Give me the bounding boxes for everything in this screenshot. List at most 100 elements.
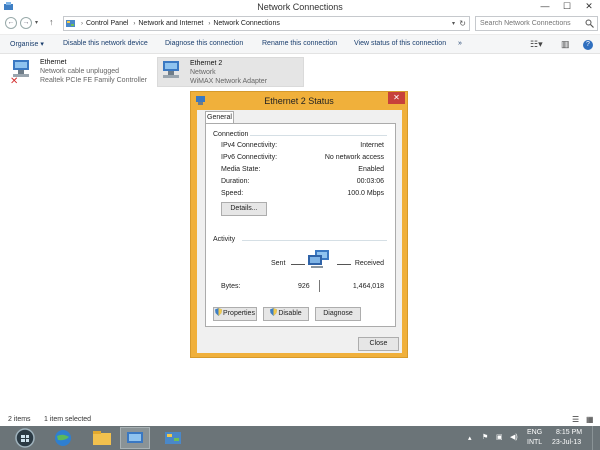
taskbar: ▴ ⚑ ▣ ◀) ENG INTL 8:15 PM 23-Jul-13 [0,426,600,450]
item-count: 2 items [8,416,31,423]
command-bar: Organise ▾ Disable this network device D… [0,34,600,54]
breadcrumb-network-internet[interactable]: Network and Internet [138,20,203,27]
speed-label: Speed: [221,190,244,197]
connection-name: Ethernet [40,59,67,66]
dialog-close-icon[interactable]: ✕ [388,92,405,104]
dialog-close-button[interactable]: Close [358,337,399,351]
change-view-icon[interactable]: ☷▾ [530,39,543,50]
network-activity-icon [308,250,329,268]
network-connections-icon [127,432,143,443]
tab-general[interactable]: General [205,111,234,123]
disable-button[interactable]: Disable [263,307,309,321]
speed-value: 100.0 Mbps [347,190,384,197]
status-bar: 2 items 1 item selected ☰ ▦ [0,413,600,426]
control-panel-icon [66,20,75,27]
network-tray-icon[interactable]: ▣ [496,433,503,441]
details-button[interactable]: Details... [221,202,267,216]
large-icons-view-icon[interactable]: ▦ [586,415,594,424]
connection-item-ethernet-2[interactable]: Ethernet 2 Network WiMAX Network Adapter [157,57,304,87]
network-adapter-disconnected-icon: ✕ [10,60,29,84]
ipv4-value: Internet [360,142,384,149]
clock-time[interactable]: 8:15 PM [556,429,582,436]
bytes-label: Bytes: [221,283,241,290]
forward-button[interactable]: → [20,17,32,29]
connection-section-header: Connection [213,131,249,138]
divider [250,135,387,136]
media-state-value: Enabled [358,166,384,173]
keyboard-layout[interactable]: INTL [527,439,542,446]
properties-button[interactable]: Properties [213,307,257,321]
start-orb-icon [15,428,35,448]
connection-adapter: WiMAX Network Adapter [190,78,268,85]
close-window-button[interactable]: ✕ [578,0,600,14]
taskbar-control-panel[interactable] [158,427,188,449]
network-adapter-icon [163,61,179,78]
duration-value: 00:03:06 [356,178,384,185]
divider [242,240,387,241]
diagnose-button[interactable]: Diagnose [315,307,361,321]
more-commands-button[interactable]: » [458,40,462,47]
sent-label: Sent [271,260,286,267]
connection-name: Ethernet 2 [190,60,223,67]
svg-text:✕: ✕ [10,76,18,84]
recent-pages-icon[interactable]: ▾ [35,19,38,26]
ipv4-label: IPv4 Connectivity: [221,142,278,149]
bytes-divider [319,280,320,292]
connection-status: Network [190,69,216,76]
search-icon[interactable] [585,19,594,28]
search-input[interactable] [476,17,584,30]
globe-icon [55,430,71,446]
diagnose-connection-button[interactable]: Diagnose this connection [165,40,243,47]
help-icon[interactable]: ? [583,40,593,50]
sent-dash [291,264,305,265]
uac-shield-icon [270,308,278,316]
view-status-button[interactable]: View status of this connection [354,40,446,47]
breadcrumb-separator-icon: › [208,21,211,27]
volume-icon[interactable]: ◀) [510,433,518,441]
properties-button-label: Properties [223,310,255,317]
dialog-title: Ethernet 2 Status [264,96,334,106]
taskbar-network-connections[interactable] [120,427,150,449]
disable-button-label: Disable [278,310,302,317]
rename-connection-button[interactable]: Rename this connection [262,40,337,47]
taskbar-file-explorer[interactable] [87,427,117,449]
disable-device-button[interactable]: Disable this network device [63,40,148,47]
selected-count: 1 item selected [44,416,92,423]
duration-label: Duration: [221,178,250,185]
up-button[interactable]: ↑ [49,17,54,27]
media-state-label: Media State: [221,166,261,173]
minimize-button[interactable]: — [534,0,556,14]
ipv6-label: IPv6 Connectivity: [221,154,278,161]
show-desktop-button[interactable] [592,426,600,450]
control-panel-icon [165,432,181,444]
address-dropdown-icon[interactable]: ▾ [452,20,455,27]
refresh-icon[interactable]: ↻ [459,19,466,28]
dialog-client: General Connection IPv4 Connectivity: In… [197,110,402,353]
window-title: Network Connections [257,2,343,12]
maximize-button[interactable]: ☐ [556,0,578,14]
received-dash [337,264,351,265]
start-button[interactable] [10,427,40,449]
ethernet-status-dialog: Ethernet 2 Status ✕ General Connection I… [190,91,408,358]
connection-item-ethernet[interactable]: ✕ Ethernet Network cable unplugged Realt… [8,57,158,87]
breadcrumb-separator-icon: › [81,21,83,27]
back-button[interactable]: ← [5,17,17,29]
connection-adapter: Realtek PCIe FE Family Controller [40,77,147,84]
details-view-icon[interactable]: ☰ [572,415,579,424]
general-panel: Connection IPv4 Connectivity: Internet I… [205,123,396,327]
search-box[interactable] [475,16,598,31]
taskbar-browser[interactable] [48,427,78,449]
action-center-icon[interactable]: ⚑ [482,433,488,441]
organise-button[interactable]: Organise ▾ [10,40,44,48]
show-hidden-icons[interactable]: ▴ [468,434,472,442]
input-language[interactable]: ENG [527,429,542,436]
activity-section-header: Activity [213,236,236,243]
ipv6-value: No network access [324,154,384,161]
breadcrumb-control-panel[interactable]: Control Panel [86,20,128,27]
preview-pane-icon[interactable]: ▥ [561,39,570,50]
address-row: ← → ▾ ↑ › Control Panel › Network and Inte… [0,15,600,33]
breadcrumb-network-connections[interactable]: Network Connections [213,20,280,27]
clock-date[interactable]: 23-Jul-13 [552,439,581,446]
address-bar[interactable]: › Control Panel › Network and Internet › Ne… [63,16,470,31]
breadcrumb-separator-icon: › [133,21,136,27]
